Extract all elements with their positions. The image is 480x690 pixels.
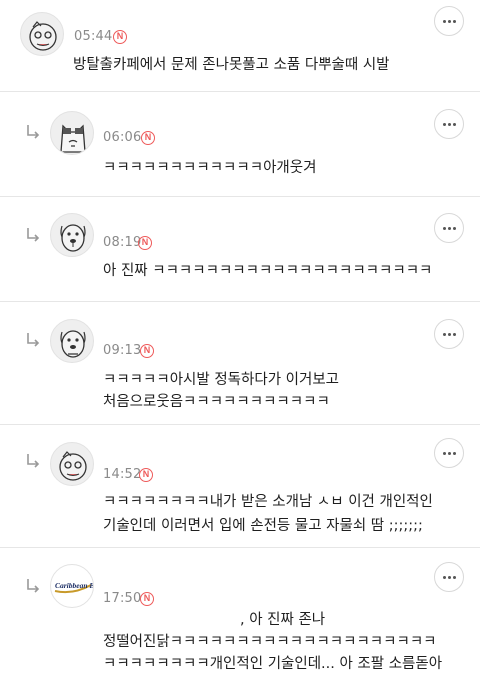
comment-time: 06:06 <box>103 130 142 145</box>
dot-icon <box>443 452 446 455</box>
comment-time: 09:13 <box>103 343 142 358</box>
comment-text-line: 기술인데 이러면서 입에 손전등 물고 자물쇠 땀 ;;;;;;; <box>103 518 423 534</box>
dot-icon <box>453 227 456 230</box>
comment-time: 05:44 <box>74 29 113 44</box>
reply-item: 06:06 N ㅋㅋㅋㅋㅋㅋㅋㅋㅋㅋㅋㅋ아개웃겨 <box>0 92 480 197</box>
reply-arrow-icon <box>27 125 40 139</box>
dot-icon <box>453 123 456 126</box>
comment-text: ㅋㅋㅋㅋㅋㅋㅋㅋㅋㅋㅋㅋ아개웃겨 <box>103 160 317 176</box>
more-options-button[interactable] <box>434 562 464 592</box>
new-badge: N <box>140 592 154 606</box>
dog-avatar-icon[interactable] <box>50 319 94 363</box>
dot-icon <box>443 20 446 23</box>
reply-item: Caribbean Bay 17:50 N , 아 진짜 존나 정떨어진닭ㅋㅋㅋ… <box>0 548 480 690</box>
reply-arrow-icon <box>27 579 40 593</box>
comment-time: 17:50 <box>103 591 142 606</box>
dot-icon <box>448 123 451 126</box>
dot-icon <box>448 452 451 455</box>
dog-avatar-icon[interactable] <box>50 213 94 257</box>
comment-text-line: 처음으로웃음ㅋㅋㅋㅋㅋㅋㅋㅋㅋㅋㅋ <box>103 394 330 410</box>
new-badge: N <box>138 236 152 250</box>
logo-avatar-icon[interactable]: Caribbean Bay <box>50 564 94 608</box>
dot-icon <box>453 576 456 579</box>
comment-text-line: ㅋㅋㅋㅋㅋㅋㅋㅋ개인적인 기술인데... 아 조팔 소름돋아 <box>103 656 443 672</box>
comment-time: 14:52 <box>103 467 142 482</box>
reply-item: 14:52 N ㅋㅋㅋㅋㅋㅋㅋㅋ내가 받은 소개남 ㅅㅂ 이건 개인적인 기술인… <box>0 425 480 548</box>
comment-text: 아 진짜 ㅋㅋㅋㅋㅋㅋㅋㅋㅋㅋㅋㅋㅋㅋㅋㅋㅋㅋㅋㅋㅋ <box>103 263 433 279</box>
dot-icon <box>443 576 446 579</box>
new-badge: N <box>141 131 155 145</box>
cartoon-avatar-icon[interactable] <box>20 12 64 56</box>
more-options-button[interactable] <box>434 319 464 349</box>
dot-icon <box>453 452 456 455</box>
new-badge: N <box>139 468 153 482</box>
comment-text-line: ㅋㅋㅋㅋㅋ아시발 정독하다가 이거보고 <box>103 372 339 388</box>
dot-icon <box>443 123 446 126</box>
comment-item: 05:44 N 방탈출카페에서 문제 존나못풀고 소품 다뿌술때 시발 <box>0 0 480 92</box>
logo-text: Caribbean Bay <box>55 581 94 590</box>
new-badge: N <box>140 344 154 358</box>
new-badge: N <box>113 30 127 44</box>
more-options-button[interactable] <box>434 213 464 243</box>
comment-time: 08:19 <box>103 235 142 250</box>
reply-item: 08:19 N 아 진짜 ㅋㅋㅋㅋㅋㅋㅋㅋㅋㅋㅋㅋㅋㅋㅋㅋㅋㅋㅋㅋㅋ <box>0 197 480 302</box>
dot-icon <box>443 227 446 230</box>
reply-arrow-icon <box>27 454 40 468</box>
dot-icon <box>448 227 451 230</box>
dot-icon <box>448 333 451 336</box>
dot-icon <box>448 20 451 23</box>
comment-text: 방탈출카페에서 문제 존나못풀고 소품 다뿌술때 시발 <box>73 57 390 73</box>
dot-icon <box>453 333 456 336</box>
more-options-button[interactable] <box>434 6 464 36</box>
reply-arrow-icon <box>27 228 40 242</box>
dot-icon <box>443 333 446 336</box>
cartoon-avatar-icon[interactable] <box>50 442 94 486</box>
reply-arrow-icon <box>27 333 40 347</box>
more-options-button[interactable] <box>434 438 464 468</box>
dot-icon <box>448 576 451 579</box>
comment-text-line: , 아 진짜 존나 <box>240 612 326 628</box>
comment-text-line: 정떨어진닭ㅋㅋㅋㅋㅋㅋㅋㅋㅋㅋㅋㅋㅋㅋㅋㅋㅋㅋㅋㅋ <box>103 634 437 650</box>
comment-text-line: ㅋㅋㅋㅋㅋㅋㅋㅋ내가 받은 소개남 ㅅㅂ 이건 개인적인 <box>103 494 433 510</box>
cat-avatar-icon[interactable] <box>50 111 94 155</box>
more-options-button[interactable] <box>434 109 464 139</box>
dot-icon <box>453 20 456 23</box>
reply-item: 09:13 N ㅋㅋㅋㅋㅋ아시발 정독하다가 이거보고 처음으로웃음ㅋㅋㅋㅋㅋㅋ… <box>0 302 480 425</box>
